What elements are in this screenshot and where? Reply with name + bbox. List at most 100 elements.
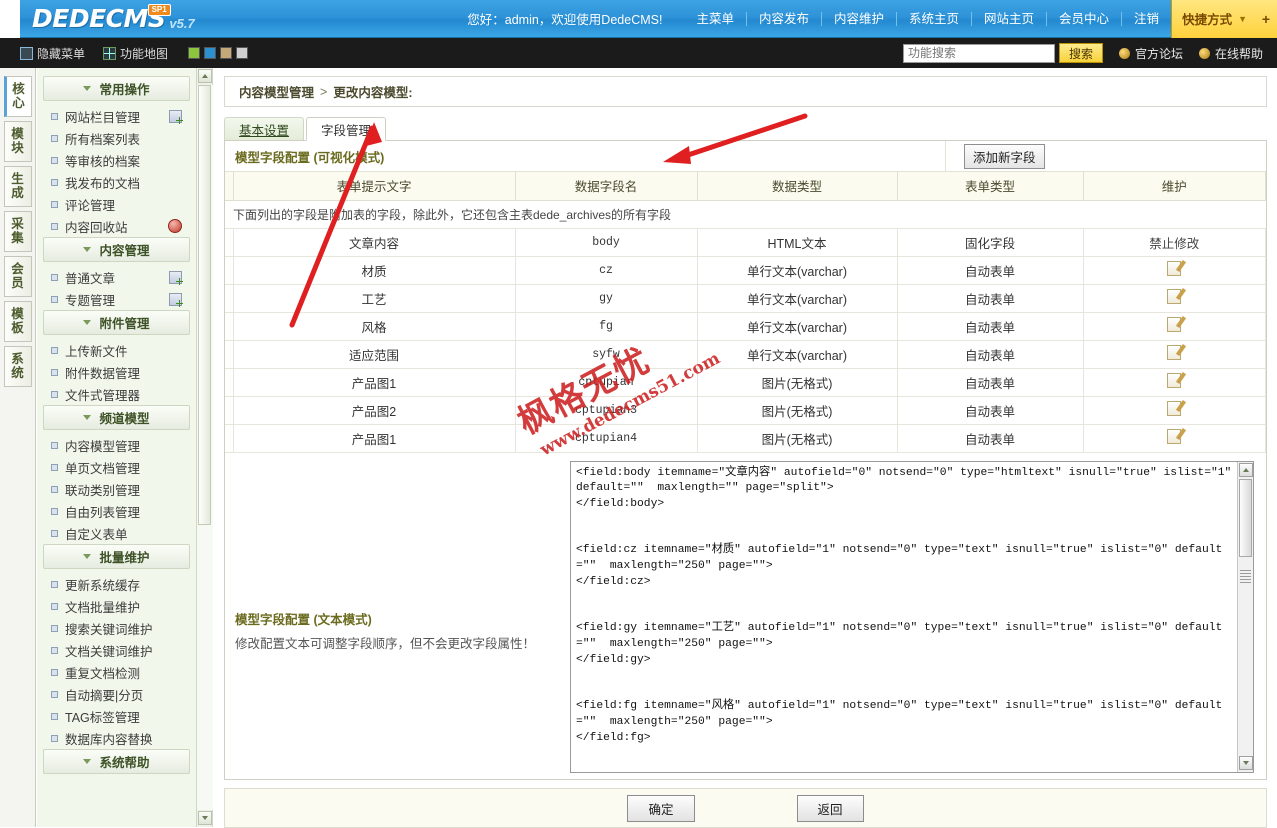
module-tab-0[interactable]: 核心	[4, 76, 32, 117]
module-tab-5[interactable]: 模板	[4, 301, 32, 342]
sidebar-item-12[interactable]: 附件数据管理	[41, 361, 192, 383]
edit-pencil-icon[interactable]	[1167, 373, 1181, 388]
sidebar-item-19[interactable]: 自定义表单	[41, 522, 192, 544]
xml-scrollbar[interactable]	[1237, 462, 1253, 772]
xml-scroll-down-button[interactable]	[1239, 756, 1253, 770]
sidebar-group-14[interactable]: 频道模型	[43, 405, 190, 430]
sidebar-item-18[interactable]: 自由列表管理	[41, 500, 192, 522]
sidebar-item-23[interactable]: 搜索关键词维护	[41, 617, 192, 639]
theme-swatch-blue[interactable]	[204, 47, 216, 59]
sidebar-item-8[interactable]: 普通文章	[41, 266, 192, 288]
theme-swatch-tan[interactable]	[220, 47, 232, 59]
search-input[interactable]	[903, 44, 1055, 63]
sidebar-item-24[interactable]: 文档关键词维护	[41, 639, 192, 661]
back-button[interactable]: 返回	[797, 795, 864, 822]
shortcut-add-button[interactable]: +	[1255, 0, 1277, 38]
bullet-icon	[51, 691, 58, 698]
xml-scroll-thumb[interactable]	[1239, 479, 1252, 557]
sidebar-item-16[interactable]: 单页文档管理	[41, 456, 192, 478]
add-document-icon[interactable]	[169, 293, 182, 306]
module-tab-char: 心	[7, 96, 31, 110]
sidebar-item-22[interactable]: 文档批量维护	[41, 595, 192, 617]
edit-pencil-icon[interactable]	[1167, 289, 1181, 304]
hide-menu-label: 隐藏菜单	[37, 45, 85, 62]
sidebar-item-11[interactable]: 上传新文件	[41, 339, 192, 361]
topnav-content-publish[interactable]: 内容发布	[747, 12, 822, 26]
official-forum-link[interactable]: 官方论坛	[1119, 45, 1183, 62]
recycle-bin-icon[interactable]	[168, 219, 182, 233]
sidebar-group-7[interactable]: 内容管理	[43, 237, 190, 262]
app-logo[interactable]: DEDECMS v5.7 SP1	[20, 6, 195, 32]
topnav-member-center[interactable]: 会员中心	[1047, 12, 1122, 26]
add-document-icon[interactable]	[169, 271, 182, 284]
sidebar-item-6[interactable]: 内容回收站	[41, 215, 192, 237]
topnav-system-home[interactable]: 系统主页	[897, 12, 972, 26]
sidebar-item-tail	[169, 293, 182, 306]
sidebar-item-5[interactable]: 评论管理	[41, 193, 192, 215]
sidebar-scroll-track[interactable]	[197, 85, 213, 810]
theme-swatch-gray[interactable]	[236, 47, 248, 59]
sidebar-group-0[interactable]: 常用操作	[43, 76, 190, 101]
xml-config-textarea[interactable]: <field:body itemname="文章内容" autofield="0…	[570, 461, 1254, 773]
breadcrumb-parent[interactable]: 内容模型管理	[239, 82, 314, 101]
sidebar-item-15[interactable]: 内容模型管理	[41, 434, 192, 456]
shortcut-dropdown[interactable]: 快捷方式 ▼	[1171, 0, 1255, 38]
edit-pencil-icon[interactable]	[1167, 401, 1181, 416]
sidebar-item-25[interactable]: 重复文档检测	[41, 661, 192, 683]
sidebar-item-label: 上传新文件	[65, 341, 128, 360]
topnav-main-menu[interactable]: 主菜单	[684, 12, 747, 26]
hide-menu-button[interactable]: 隐藏菜单	[20, 45, 103, 62]
sidebar-scroll-thumb[interactable]	[198, 85, 211, 525]
topnav-logout[interactable]: 注销	[1122, 12, 1171, 26]
sidebar-scroll-down-button[interactable]	[198, 811, 212, 825]
arrow-up-icon	[202, 74, 208, 78]
sidebar-item-4[interactable]: 我发布的文档	[41, 171, 192, 193]
sidebar-group-29[interactable]: 系统帮助	[43, 749, 190, 774]
xml-scroll-up-button[interactable]	[1239, 463, 1253, 477]
module-tab-3[interactable]: 采集	[4, 211, 32, 252]
module-tab-1[interactable]: 模块	[4, 121, 32, 162]
sidebar-group-10[interactable]: 附件管理	[43, 310, 190, 335]
table-row: 产品图2cptupian3图片(无格式)自动表单	[225, 396, 1266, 424]
edit-pencil-icon[interactable]	[1167, 317, 1181, 332]
module-tab-2[interactable]: 生成	[4, 166, 32, 207]
module-tab-6[interactable]: 系统	[4, 346, 32, 387]
module-tab-4[interactable]: 会员	[4, 256, 32, 297]
col-header-maintain: 维护	[1083, 172, 1266, 200]
row-spacer	[225, 228, 233, 256]
edit-pencil-icon[interactable]	[1167, 345, 1181, 360]
sidebar-item-1[interactable]: 网站栏目管理	[41, 105, 192, 127]
sidebar-item-28[interactable]: 数据库内容替换	[41, 727, 192, 749]
sidebar-item-17[interactable]: 联动类别管理	[41, 478, 192, 500]
topnav-site-home[interactable]: 网站主页	[972, 12, 1047, 26]
function-map-button[interactable]: 功能地图	[103, 45, 186, 62]
sidebar-item-label: 文档关键词维护	[65, 641, 153, 660]
add-new-field-button[interactable]: 添加新字段	[964, 144, 1045, 169]
topnav-content-maintain[interactable]: 内容维护	[822, 12, 897, 26]
sidebar-scroll-up-button[interactable]	[198, 69, 212, 83]
sidebar-item-26[interactable]: 自动摘要|分页	[41, 683, 192, 705]
sidebar-item-27[interactable]: TAG标签管理	[41, 705, 192, 727]
sidebar-item-13[interactable]: 文件式管理器	[41, 383, 192, 405]
sidebar-item-2[interactable]: 所有档案列表	[41, 127, 192, 149]
sidebar-item-3[interactable]: 等审核的档案	[41, 149, 192, 171]
theme-swatch-green[interactable]	[188, 47, 200, 59]
tab-field-management[interactable]: 字段管理	[306, 117, 386, 141]
submit-button[interactable]: 确定	[627, 795, 694, 822]
sidebar-item-21[interactable]: 更新系统缓存	[41, 573, 192, 595]
cell-field-name: cptupian4	[515, 424, 697, 452]
bullet-icon	[51, 369, 58, 376]
online-help-link[interactable]: 在线帮助	[1199, 45, 1263, 62]
sidebar-scrollbar[interactable]	[197, 68, 213, 827]
edit-pencil-icon[interactable]	[1167, 429, 1181, 444]
add-document-icon[interactable]	[169, 110, 182, 123]
tab-basic-settings[interactable]: 基本设置	[224, 117, 304, 140]
sidebar-group-20[interactable]: 批量维护	[43, 544, 190, 569]
edit-pencil-icon[interactable]	[1167, 261, 1181, 276]
cell-data-type: 图片(无格式)	[697, 368, 897, 396]
search-button[interactable]: 搜索	[1059, 43, 1103, 63]
xml-config-text[interactable]: <field:body itemname="文章内容" autofield="0…	[571, 462, 1237, 772]
form-footer: 确定 返回	[224, 788, 1267, 828]
cell-form-type: 自动表单	[897, 284, 1083, 312]
sidebar-item-9[interactable]: 专题管理	[41, 288, 192, 310]
